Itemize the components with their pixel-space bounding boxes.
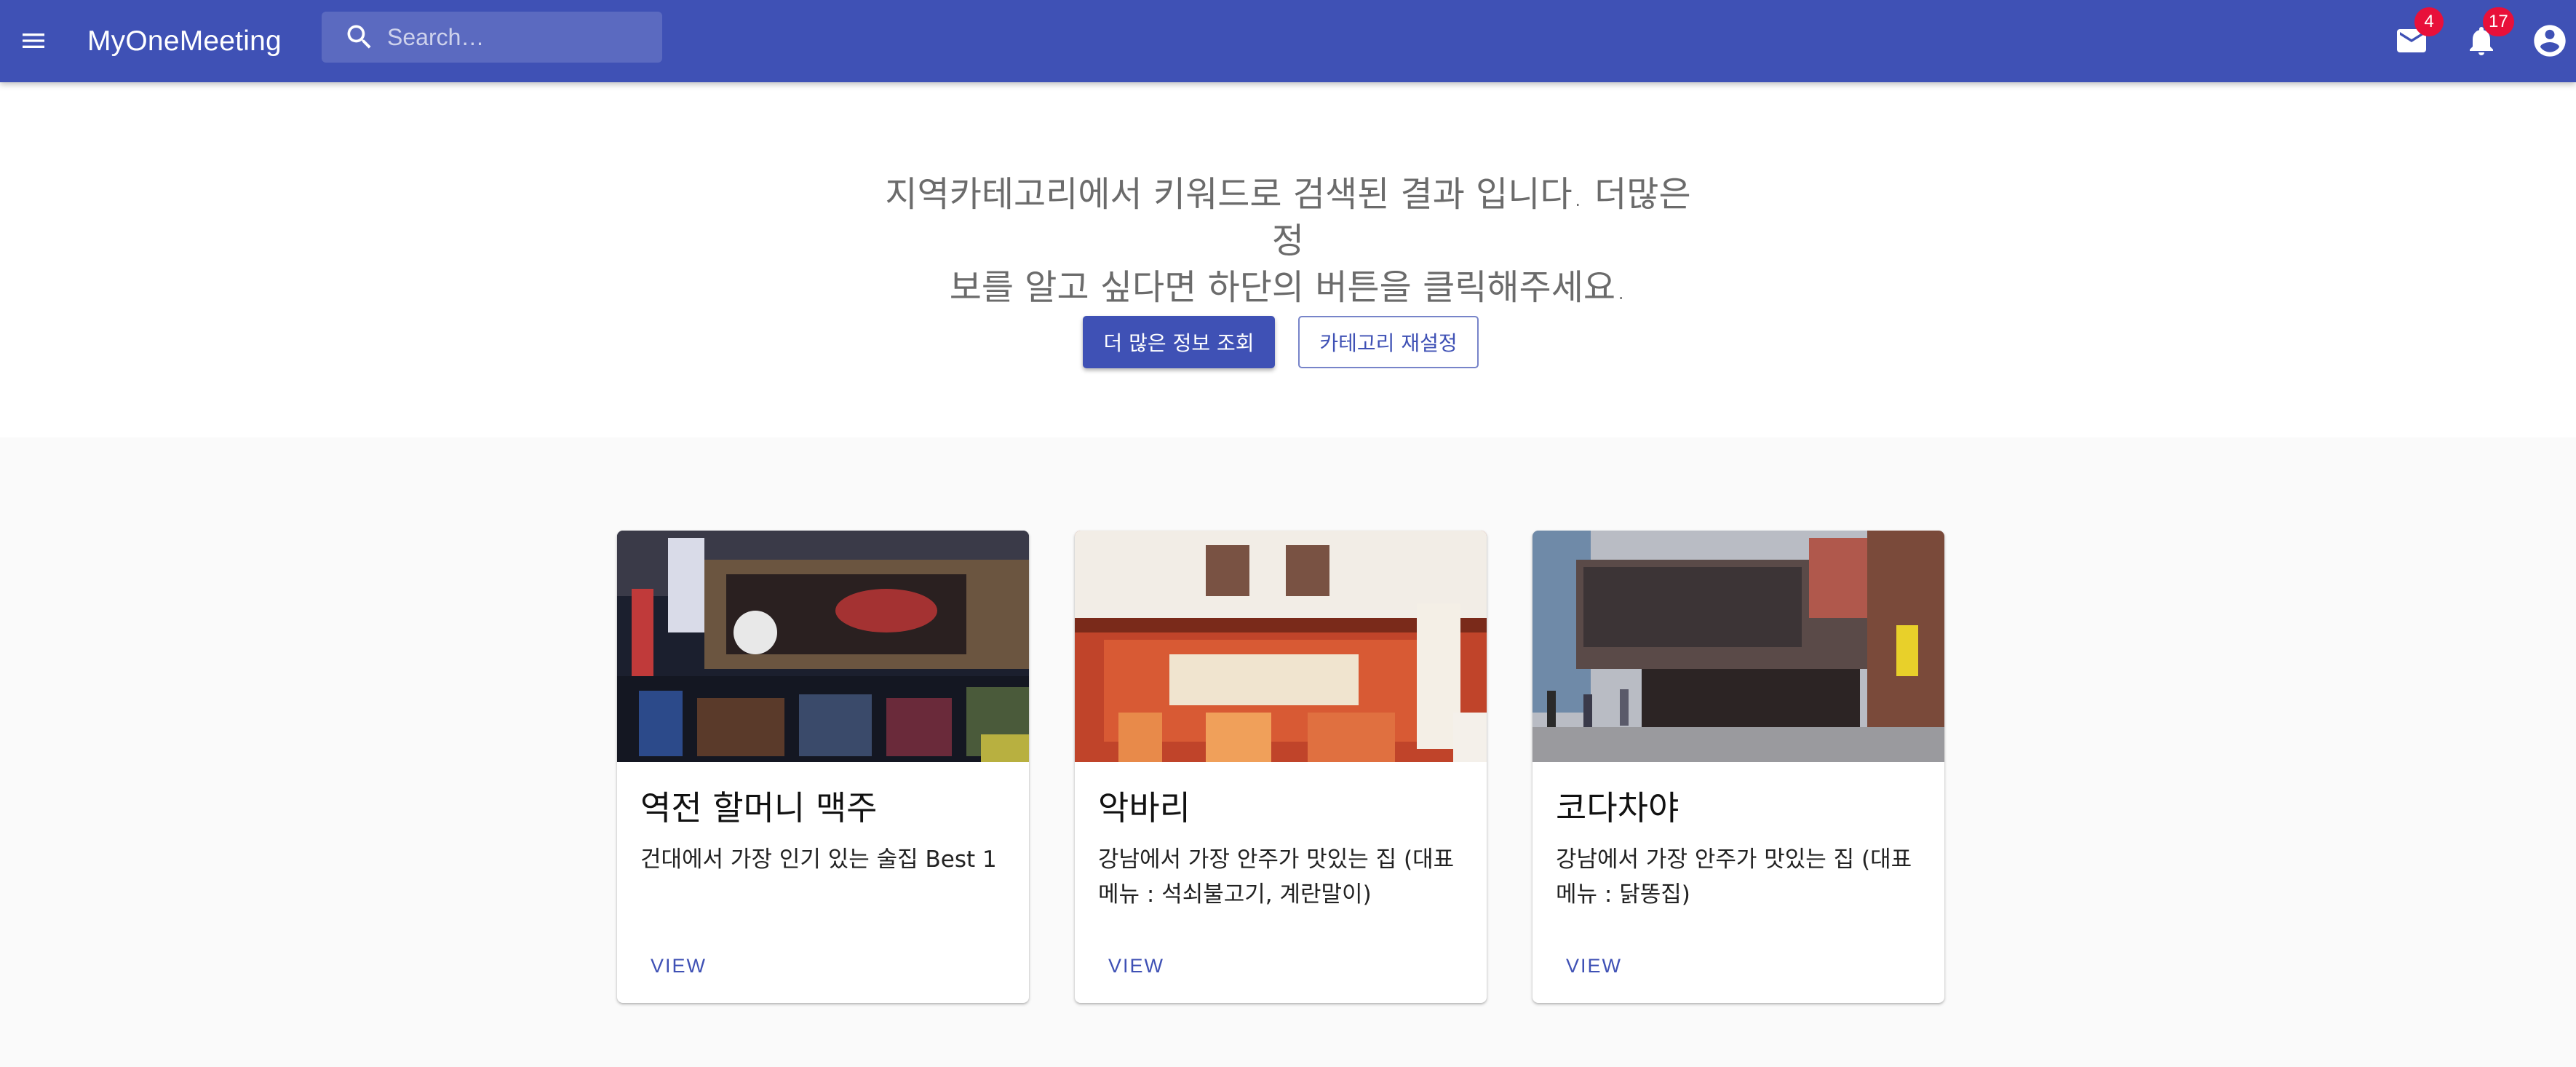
card-image	[617, 531, 1029, 762]
menu-icon	[23, 33, 44, 48]
search-input[interactable]	[387, 23, 649, 51]
view-button[interactable]: VIEW	[1554, 948, 1634, 984]
restaurant-card: 역전 할머니 맥주 건대에서 가장 인기 있는 술집 Best 1 VIEW	[617, 531, 1029, 1003]
view-button[interactable]: VIEW	[1097, 948, 1176, 984]
card-description: 강남에서 가장 안주가 맛있는 집 (대표메뉴 : 석쇠불고기, 계란말이)	[1098, 846, 1455, 908]
hero-section: 지역카테고리에서 키워드로 검색된 결과 입니다. 더많은 정 보를 알고 싶다…	[0, 82, 2576, 437]
card-image	[1075, 531, 1487, 762]
reset-category-button[interactable]: 카테고리 재설정	[1298, 316, 1479, 368]
card-title: 악바리	[1098, 788, 1190, 828]
account-circle-icon	[2534, 25, 2566, 57]
hero-text-line1: 지역카테고리에서 키워드로 검색된 결과 입니다. 더많은 정	[885, 174, 1691, 261]
notifications-button[interactable]: 17	[2455, 7, 2514, 67]
app-title[interactable]: MyOneMeeting	[87, 0, 282, 82]
card-description: 강남에서 가장 안주가 맛있는 집 (대표메뉴 : 닭똥집)	[1556, 846, 1912, 908]
notifications-badge: 17	[2483, 7, 2514, 36]
card-title: 코다차야	[1556, 788, 1679, 828]
search-box[interactable]	[322, 12, 662, 63]
mail-button[interactable]: 4	[2385, 7, 2444, 67]
restaurant-card: 악바리 강남에서 가장 안주가 맛있는 집 (대표메뉴 : 석쇠불고기, 계란말…	[1075, 531, 1487, 1003]
menu-button[interactable]	[13, 20, 54, 61]
account-button[interactable]	[2524, 15, 2576, 67]
hero-text: 지역카테고리에서 키워드로 검색된 결과 입니다. 더많은 정 보를 알고 싶다…	[866, 171, 1710, 311]
app-bar: MyOneMeeting 4 17	[0, 0, 2576, 82]
card-description: 건대에서 가장 인기 있는 술집 Best 1	[640, 846, 997, 873]
mail-badge: 4	[2414, 7, 2444, 36]
restaurant-card: 코다차야 강남에서 가장 안주가 맛있는 집 (대표메뉴 : 닭똥집) VIEW	[1533, 531, 1944, 1003]
card-title: 역전 할머니 맥주	[640, 788, 878, 828]
card-image	[1533, 531, 1944, 762]
search-icon	[347, 25, 371, 49]
view-button[interactable]: VIEW	[639, 948, 718, 984]
more-info-button[interactable]: 더 많은 정보 조회	[1083, 316, 1275, 368]
hero-text-line2: 보를 알고 싶다면 하단의 버튼을 클릭해주세요.	[949, 267, 1627, 308]
